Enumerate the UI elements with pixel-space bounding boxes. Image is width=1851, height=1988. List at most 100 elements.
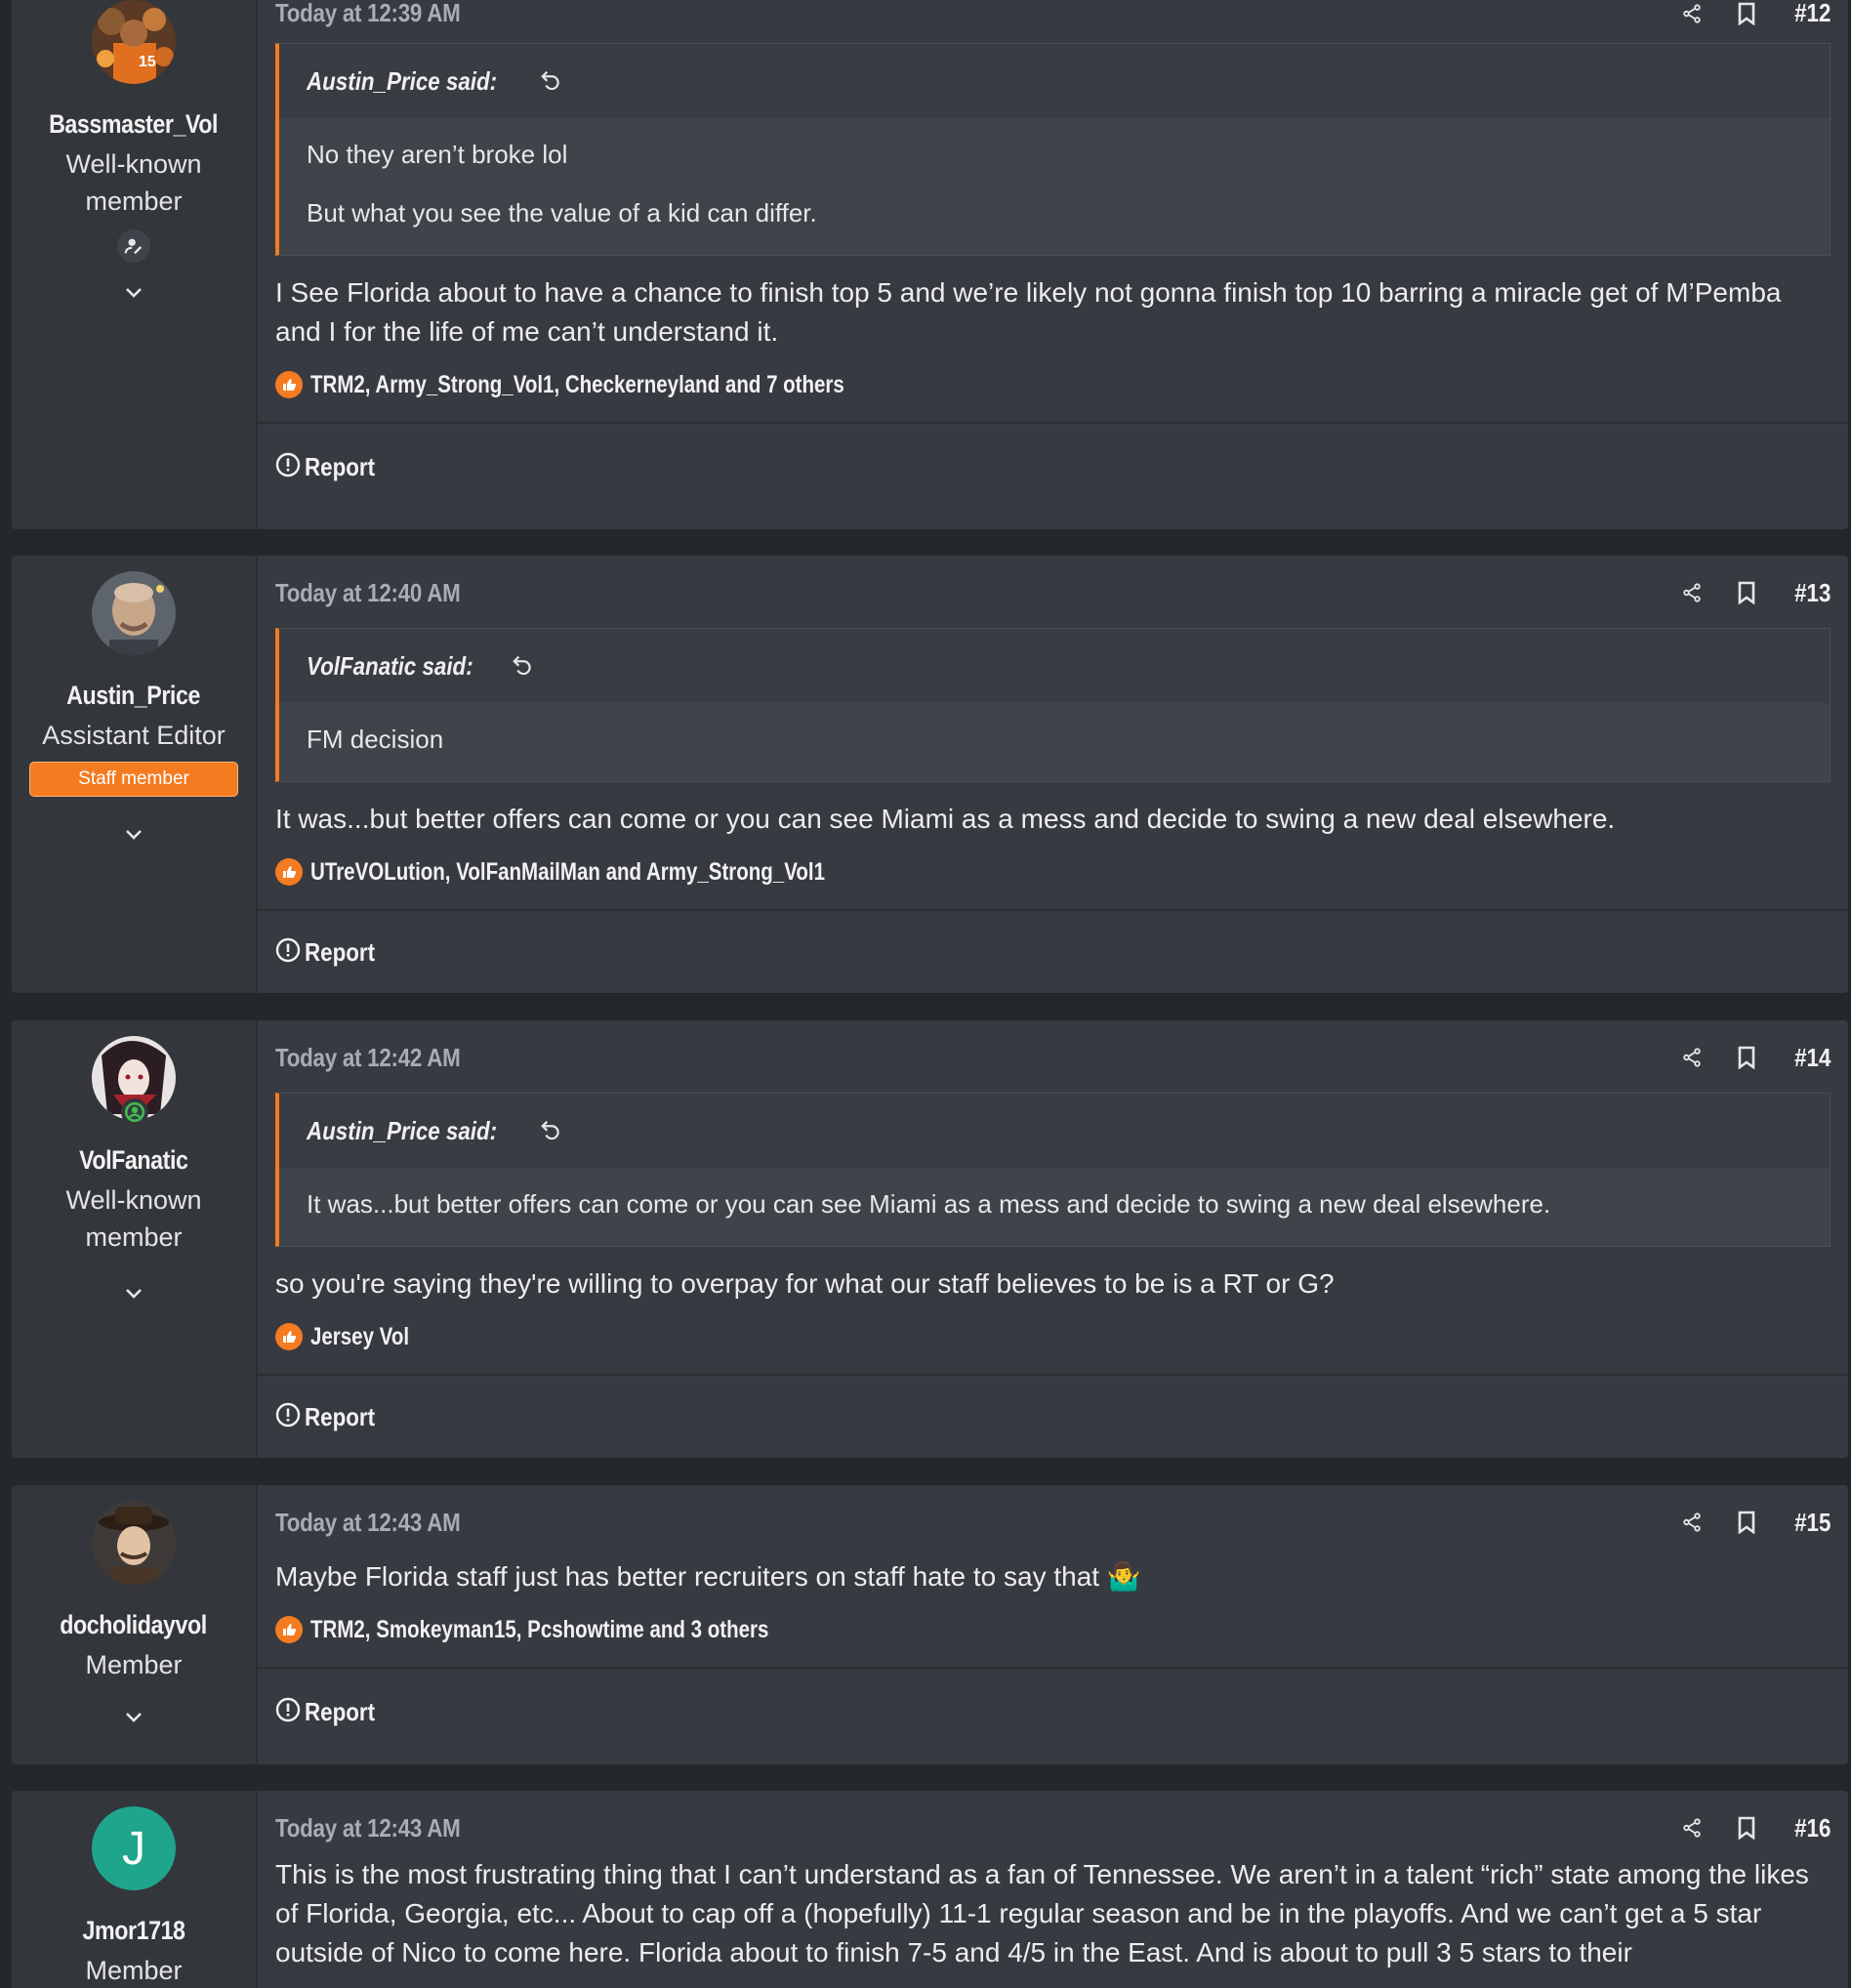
post-date[interactable]: Today at 12:40 AM (275, 578, 461, 608)
avatar[interactable] (92, 1501, 176, 1585)
quote-line: But what you see the value of a kid can … (307, 198, 817, 228)
reactions-list[interactable]: TRM2, Army_Strong_Vol1, Checkerneyland a… (310, 371, 844, 399)
post-main: Today at 12:40 AM #13 VolFanatic said: F… (258, 556, 1848, 993)
post-header: Today at 12:42 AM #14 (275, 1030, 1830, 1085)
post-actions: #14 (1679, 1043, 1830, 1073)
share-icon[interactable] (1679, 1815, 1705, 1841)
reply-arrow-icon[interactable] (540, 1118, 561, 1144)
quote-block: Austin_Price said: No they aren’t broke … (275, 43, 1830, 256)
user-title-line2: member (85, 1222, 183, 1252)
post-footer: Report (258, 1667, 1848, 1755)
reactions-list[interactable]: Jersey Vol (310, 1323, 409, 1351)
reactions-bar[interactable]: UTreVOLution, VolFanMailMan and Army_Str… (275, 852, 1830, 891)
post-number[interactable]: #12 (1794, 0, 1830, 28)
avatar[interactable] (92, 571, 176, 655)
chevron-down-icon[interactable] (121, 280, 146, 306)
post-message: Maybe Florida staff just has better recr… (275, 1557, 1830, 1596)
bookmark-icon[interactable] (1734, 1045, 1759, 1070)
user-title: Member (56, 1952, 211, 1988)
quote-author[interactable]: VolFanatic said: (307, 651, 473, 682)
post-date[interactable]: Today at 12:43 AM (275, 1813, 461, 1843)
avatar[interactable]: 15 (92, 0, 176, 84)
user-edit-icon[interactable] (117, 229, 150, 263)
report-label[interactable]: Report (305, 452, 375, 482)
svg-text:15: 15 (139, 54, 156, 70)
post-main: Today at 12:43 AM #16 This is the most f… (258, 1791, 1848, 1988)
share-icon[interactable] (1679, 580, 1705, 605)
quote-author[interactable]: Austin_Price said: (307, 1116, 497, 1146)
chevron-down-icon[interactable] (121, 822, 146, 848)
post-main: Today at 12:43 AM #15 Maybe Florida staf… (258, 1485, 1848, 1764)
report-button[interactable]: Report (275, 937, 387, 968)
share-icon[interactable] (1679, 1045, 1705, 1070)
user-title-line2: member (85, 186, 183, 216)
bookmark-icon[interactable] (1734, 1815, 1759, 1841)
user-title-line1: Member (85, 1650, 183, 1679)
report-label[interactable]: Report (305, 1697, 375, 1727)
chevron-down-icon[interactable] (121, 1705, 146, 1730)
user-title: Assistant Editor (32, 717, 235, 754)
report-button[interactable]: Report (275, 1402, 387, 1432)
post-13: Austin_Price Assistant Editor Staff memb… (12, 556, 1848, 993)
share-icon[interactable] (1679, 1510, 1705, 1535)
post-message: I See Florida about to have a chance to … (275, 277, 1782, 347)
bookmark-icon[interactable] (1734, 1, 1759, 26)
post-number[interactable]: #16 (1794, 1813, 1830, 1843)
user-cell: docholidayvol Member (12, 1485, 258, 1764)
post-header: Today at 12:40 AM #13 (275, 565, 1830, 620)
thumbs-up-icon (275, 1323, 303, 1350)
reactions-bar[interactable]: TRM2, Smokeyman15, Pcshowtime and 3 othe… (275, 1610, 1830, 1649)
post-number[interactable]: #14 (1794, 1043, 1830, 1073)
thumbs-up-icon (275, 1616, 303, 1643)
user-title: Well-known member (36, 1181, 230, 1256)
avatar[interactable]: J (92, 1806, 176, 1890)
thumbs-up-icon (275, 371, 303, 398)
quote-header[interactable]: Austin_Price said: (279, 44, 1830, 118)
reply-arrow-icon[interactable] (512, 653, 533, 680)
username[interactable]: Bassmaster_Vol (50, 109, 219, 140)
quote-line: FM decision (307, 725, 444, 754)
reply-arrow-icon[interactable] (540, 68, 561, 95)
quote-header[interactable]: Austin_Price said: (279, 1094, 1830, 1168)
post-date[interactable]: Today at 12:39 AM (275, 0, 461, 28)
post-date[interactable]: Today at 12:42 AM (275, 1043, 461, 1073)
avatar-image: 15 (92, 0, 176, 84)
quote-body: No they aren’t broke lol But what you se… (279, 118, 1830, 255)
post-header: Today at 12:39 AM #12 (275, 0, 1830, 43)
report-label[interactable]: Report (305, 1402, 375, 1432)
quote-line: It was...but better offers can come or y… (307, 1189, 1551, 1219)
report-icon (275, 1697, 301, 1727)
share-icon[interactable] (1679, 1, 1705, 26)
post-main: Today at 12:39 AM #12 Austin_Price said:… (258, 0, 1848, 529)
username[interactable]: Austin_Price (67, 681, 201, 711)
username[interactable]: docholidayvol (61, 1610, 208, 1640)
post-12: 15 Bassmaster_Vol Well-known member Toda… (12, 0, 1848, 529)
report-button[interactable]: Report (275, 452, 387, 482)
post-number[interactable]: #13 (1794, 578, 1830, 608)
bookmark-icon[interactable] (1734, 1510, 1759, 1535)
user-cell: 15 Bassmaster_Vol Well-known member (12, 0, 258, 529)
reactions-bar[interactable]: TRM2, Army_Strong_Vol1, Checkerneyland a… (275, 365, 1830, 404)
post-date[interactable]: Today at 12:43 AM (275, 1508, 461, 1538)
report-button[interactable]: Report (275, 1697, 387, 1727)
quote-header[interactable]: VolFanatic said: (279, 629, 1830, 703)
chevron-down-icon[interactable] (121, 1281, 146, 1306)
post-header: Today at 12:43 AM #15 (275, 1495, 1830, 1550)
reactions-bar[interactable]: Jersey Vol (275, 1317, 1830, 1356)
reactions-list[interactable]: UTreVOLution, VolFanMailMan and Army_Str… (310, 858, 825, 887)
post-content: Today at 12:42 AM #14 Austin_Price said:… (258, 1020, 1848, 1356)
bookmark-icon[interactable] (1734, 580, 1759, 605)
post-number[interactable]: #15 (1794, 1508, 1830, 1538)
user-title-line1: Member (85, 1956, 183, 1985)
user-cell: Austin_Price Assistant Editor Staff memb… (12, 556, 258, 993)
avatar[interactable] (92, 1036, 176, 1126)
post-main: Today at 12:42 AM #14 Austin_Price said:… (258, 1020, 1848, 1458)
report-label[interactable]: Report (305, 937, 375, 968)
quote-author[interactable]: Austin_Price said: (307, 66, 497, 97)
username[interactable]: VolFanatic (79, 1145, 188, 1176)
reactions-list[interactable]: TRM2, Smokeyman15, Pcshowtime and 3 othe… (310, 1616, 768, 1644)
post-message: It was...but better offers can come or y… (275, 804, 1616, 834)
username[interactable]: Jmor1718 (82, 1916, 185, 1946)
post-message: so you're saying they're willing to over… (275, 1268, 1335, 1299)
staff-badge: Staff member (29, 762, 238, 797)
